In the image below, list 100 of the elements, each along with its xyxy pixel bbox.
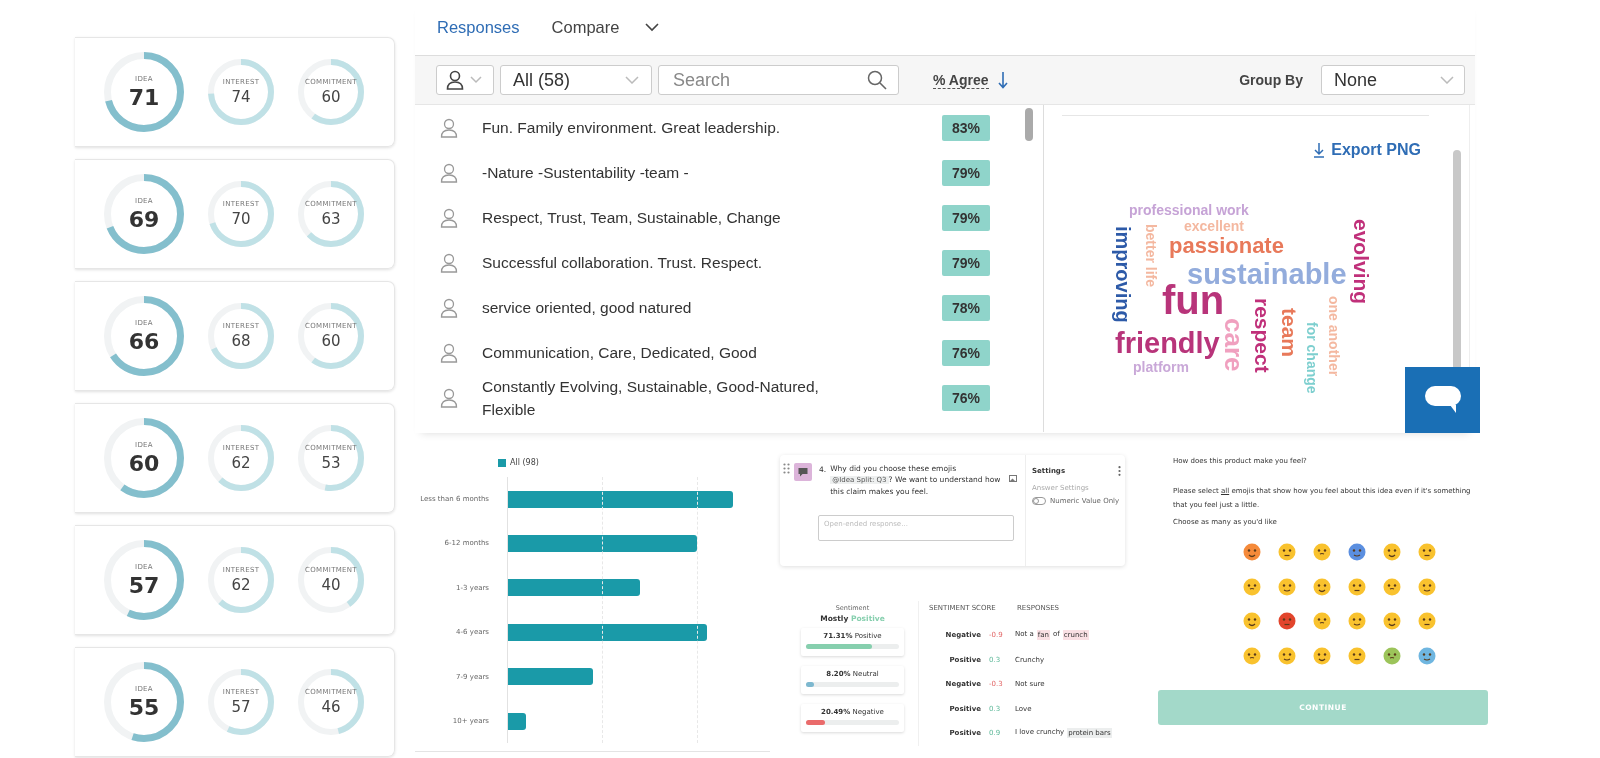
- cloud-word: team: [1279, 308, 1300, 358]
- score-ring: [298, 425, 364, 491]
- metric-value: 46: [321, 698, 341, 716]
- metric-value: 40: [321, 576, 341, 594]
- cloud-word: better life: [1144, 224, 1158, 287]
- cloud-word: improving: [1113, 226, 1133, 323]
- emoji-icon[interactable]: [1243, 577, 1261, 596]
- score-ring: [208, 547, 274, 613]
- emoji-icon[interactable]: [1348, 612, 1366, 630]
- emoji-icon[interactable]: [1418, 646, 1436, 665]
- emoji-icon[interactable]: [1278, 646, 1296, 665]
- tab[interactable]: Responses: [437, 18, 520, 37]
- emoji-icon[interactable]: [1278, 612, 1296, 630]
- agree-percent: 76%: [942, 385, 990, 411]
- user-icon: [440, 117, 458, 138]
- emoji-icon[interactable]: [1313, 612, 1331, 630]
- metric-value: 71: [128, 84, 160, 110]
- metric-value: 63: [321, 210, 341, 228]
- metric-value: 69: [128, 206, 160, 232]
- score-ring: [298, 303, 364, 369]
- download-icon: [1313, 142, 1326, 158]
- agree-percent: 79%: [942, 204, 990, 231]
- user-icon: [440, 252, 458, 273]
- emoji-icon[interactable]: [1383, 646, 1401, 665]
- user-icon: [446, 70, 464, 90]
- score-ring: [298, 669, 364, 735]
- comment-icon: [794, 463, 812, 481]
- metric-value: 57: [231, 698, 251, 716]
- agree-percent: 76%: [942, 339, 990, 366]
- metric-value: 60: [321, 88, 341, 106]
- cloud-word: platform: [1133, 360, 1189, 374]
- metric-value: 62: [231, 454, 251, 472]
- metric-value: 66: [128, 328, 160, 354]
- tab[interactable]: Compare: [551, 18, 620, 37]
- response-text: service oriented, good natured: [482, 298, 692, 318]
- group-by-dropdown[interactable]: None: [1321, 65, 1465, 95]
- chevron-down-icon: [470, 76, 482, 84]
- metric-value: 60: [321, 332, 341, 350]
- user-icon: [440, 207, 458, 228]
- agree-percent: 78%: [942, 294, 990, 321]
- emoji-icon[interactable]: [1348, 543, 1366, 561]
- filter-dropdown[interactable]: All (58): [500, 65, 652, 95]
- cloud-word: one another: [1327, 296, 1341, 377]
- user-icon: [440, 162, 458, 183]
- cloud-word: for change: [1305, 322, 1319, 394]
- drag-handle-icon[interactable]: [783, 463, 790, 474]
- emoji-icon[interactable]: [1418, 612, 1436, 630]
- emoji-icon[interactable]: [1278, 543, 1296, 561]
- emoji-icon[interactable]: [1348, 577, 1366, 596]
- agree-percent: 83%: [942, 114, 990, 141]
- scrollbar-thumb[interactable]: [1025, 108, 1033, 141]
- score-ring: [208, 425, 274, 491]
- emoji-icon[interactable]: [1278, 577, 1296, 596]
- emoji-icon[interactable]: [1313, 577, 1331, 596]
- search-field[interactable]: Search: [658, 65, 899, 95]
- emoji-icon[interactable]: [1243, 646, 1261, 665]
- score-ring: [298, 181, 364, 247]
- chevron-down-icon: [625, 76, 639, 84]
- respondent-dropdown[interactable]: [436, 65, 494, 95]
- cloud-word: evolving: [1351, 219, 1372, 305]
- emoji-icon[interactable]: [1418, 543, 1436, 561]
- metric-value: 74: [231, 88, 251, 106]
- response-text: Constantly Evolving, Sustainable, Good-Natured, Flexible: [482, 377, 820, 420]
- scrollbar-thumb[interactable]: [1453, 150, 1461, 370]
- emoji-icon[interactable]: [1383, 612, 1401, 630]
- emoji-icon[interactable]: [1313, 543, 1331, 561]
- cloud-word: respect: [1252, 298, 1273, 373]
- agree-percent: 79%: [942, 249, 990, 276]
- emoji-icon[interactable]: [1383, 543, 1401, 561]
- response-text: Fun. Family environment. Great leadership.: [482, 118, 781, 138]
- emoji-icon[interactable]: [1243, 543, 1261, 561]
- emoji-icon[interactable]: [1243, 612, 1261, 630]
- response-text: Successful collaboration. Trust. Respect.: [482, 253, 762, 273]
- image-icon[interactable]: [1009, 475, 1018, 482]
- legend-label: All (98): [510, 458, 539, 467]
- chevron-down-icon: [1440, 76, 1454, 84]
- chat-button[interactable]: [1405, 367, 1480, 433]
- more-icon[interactable]: [1118, 466, 1121, 476]
- metric-value: 53: [321, 454, 341, 472]
- user-icon: [440, 297, 458, 318]
- emoji-icon[interactable]: [1313, 646, 1331, 665]
- emoji-icon[interactable]: [1348, 646, 1366, 665]
- score-ring: [298, 59, 364, 125]
- toggle-switch[interactable]: [1032, 497, 1046, 505]
- response-text: Communication, Care, Dedicated, Good: [482, 343, 757, 363]
- metric-value: 55: [128, 694, 160, 720]
- score-ring: [208, 303, 274, 369]
- group-by-label: Group By: [1239, 72, 1303, 88]
- emoji-icon[interactable]: [1418, 577, 1436, 596]
- response-text: -Nature -Sustentability -team -: [482, 163, 689, 183]
- metric-value: 68: [231, 332, 251, 350]
- legend-swatch: [498, 458, 506, 467]
- cloud-word: passionate: [1169, 235, 1284, 257]
- sort-button[interactable]: % Agree: [933, 71, 989, 89]
- metric-value: 57: [128, 572, 160, 598]
- agree-percent: 79%: [942, 159, 990, 186]
- emoji-icon[interactable]: [1383, 577, 1401, 596]
- sort-arrow-icon[interactable]: [997, 71, 1008, 89]
- chevron-down-icon[interactable]: [645, 23, 660, 32]
- response-text: Respect, Trust, Team, Sustainable, Change: [482, 208, 781, 228]
